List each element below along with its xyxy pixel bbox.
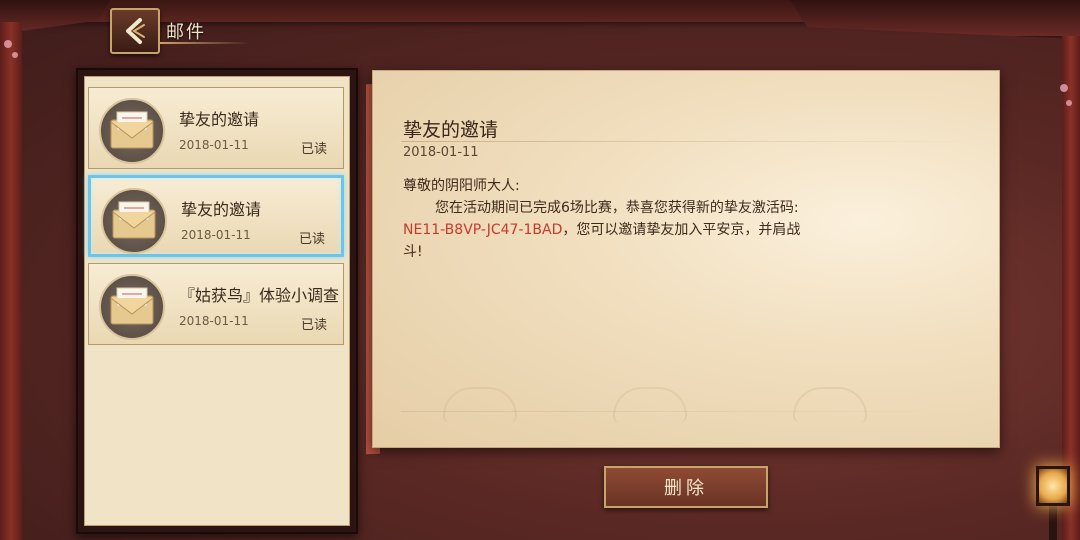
envelope-icon-badge — [99, 98, 165, 164]
blossom-decoration — [12, 52, 18, 58]
right-pillar — [1062, 36, 1080, 540]
back-button[interactable] — [110, 8, 160, 54]
mail-read-status: 已读 — [300, 142, 327, 157]
envelope-icon-badge — [101, 188, 167, 254]
mail-title: 『姑获鸟』体验小调查 — [179, 286, 340, 305]
mail-content-panel: 挚友的邀请 2018-01-11 尊敬的阴阳师大人: 您在活动期间已完成6场比赛… — [372, 70, 1000, 448]
lantern-icon — [1036, 466, 1070, 506]
lantern-post — [1049, 500, 1057, 540]
delete-button[interactable]: 删除 — [604, 466, 768, 508]
mail-list[interactable]: 挚友的邀请 2018-01-11 已读 挚友的邀请 2018-01-11 已读 — [84, 76, 350, 526]
activation-code: NE11-B8VP-JC47-1BAD — [403, 222, 563, 238]
blossom-decoration — [1060, 84, 1068, 92]
cloud-decoration — [443, 387, 517, 423]
mail-item[interactable]: 挚友的邀请 2018-01-11 已读 — [88, 87, 344, 169]
mail-read-status: 已读 — [298, 232, 325, 247]
envelope-icon — [110, 287, 154, 325]
divider — [401, 141, 969, 142]
letter-line: 斗! — [403, 244, 423, 260]
envelope-icon — [110, 111, 154, 149]
left-pillar — [0, 22, 22, 540]
blossom-decoration — [1066, 100, 1072, 106]
envelope-icon — [112, 201, 156, 239]
mail-date: 2018-01-11 — [179, 314, 249, 328]
page-title: 邮件 — [166, 22, 206, 43]
envelope-icon-badge — [99, 274, 165, 340]
mail-title: 挚友的邀请 — [179, 110, 260, 129]
letter-line-text: ，您可以邀请挚友加入平安京，并肩战 — [562, 222, 801, 238]
mail-date: 2018-01-11 — [181, 228, 251, 242]
mail-item-selected[interactable]: 挚友的邀请 2018-01-11 已读 — [88, 175, 344, 257]
mail-date: 2018-01-11 — [179, 138, 249, 152]
mail-item[interactable]: 『姑获鸟』体验小调查 2018-01-11 已读 — [88, 263, 344, 345]
letter-body: 尊敬的阴阳师大人: 您在活动期间已完成6场比赛，恭喜您获得新的挚友激活码: NE… — [403, 175, 903, 263]
title-underline — [160, 42, 250, 44]
mail-read-status: 已读 — [300, 318, 327, 333]
cloud-decoration — [793, 387, 867, 423]
mail-list-panel: 挚友的邀请 2018-01-11 已读 挚友的邀请 2018-01-11 已读 — [76, 68, 358, 534]
mail-title: 挚友的邀请 — [181, 200, 262, 219]
back-arrow-icon — [126, 18, 145, 44]
cloud-decoration — [613, 387, 687, 423]
letter-greeting: 尊敬的阴阳师大人: — [403, 178, 520, 194]
letter-title: 挚友的邀请 — [403, 119, 499, 141]
letter-line: 您在活动期间已完成6场比赛，恭喜您获得新的挚友激活码: — [435, 200, 799, 216]
letter-date: 2018-01-11 — [403, 145, 479, 160]
blossom-decoration — [4, 40, 12, 48]
roof-right-decoration — [790, 0, 1080, 39]
letter-line: NE11-B8VP-JC47-1BAD，您可以邀请挚友加入平安京，并肩战 — [403, 219, 903, 241]
